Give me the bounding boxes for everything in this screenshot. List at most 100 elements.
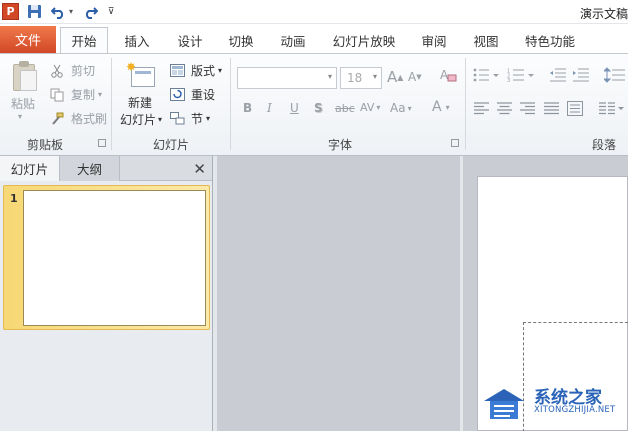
group-divider	[230, 58, 231, 150]
tab-design[interactable]: 设计	[168, 28, 212, 53]
window-title: 演示文稿	[579, 7, 628, 21]
slide-thumbnail-selected[interactable]: 1	[3, 185, 210, 330]
underline-button[interactable]: U	[290, 101, 299, 115]
watermark-logo: 系统之家 XITONGZHIJIA.NET	[478, 381, 628, 427]
powerpoint-app-icon[interactable]: P	[2, 3, 19, 20]
justify-button[interactable]	[544, 102, 559, 115]
undo-dropdown-icon[interactable]: ▾	[67, 3, 75, 20]
copy-button[interactable]: 复制 ▾	[50, 86, 102, 103]
decrease-indent-icon	[550, 68, 566, 82]
paste-dropdown-icon[interactable]: ▾	[18, 112, 22, 121]
new-slide-label-1[interactable]: 新建	[128, 94, 152, 111]
align-center-button[interactable]	[497, 102, 512, 115]
format-painter-label: 格式刷	[71, 112, 108, 126]
font-group-label: 字体	[328, 138, 353, 152]
new-slide-icon[interactable]: ✸	[126, 60, 156, 92]
tab-slideshow[interactable]: 幻灯片放映	[326, 28, 402, 53]
clipboard-launcher-icon[interactable]	[98, 139, 106, 147]
numbering-icon: 123	[507, 69, 534, 82]
tab-home[interactable]: 开始	[60, 27, 108, 53]
font-color-button[interactable]: A ▾	[432, 99, 450, 115]
close-icon[interactable]: ✕	[193, 160, 206, 178]
svg-text:3: 3	[507, 78, 510, 82]
clipboard-icon[interactable]	[11, 60, 39, 92]
scrollbar-track[interactable]	[460, 156, 463, 431]
text-shadow-button[interactable]: S	[314, 101, 323, 115]
distributed-icon	[567, 101, 583, 116]
font-size-combobox[interactable]: 18 ▾	[340, 67, 382, 89]
new-slide-label-2: 幻灯片	[120, 113, 157, 127]
redo-icon[interactable]	[82, 3, 98, 20]
character-spacing-button[interactable]: AV ▾	[360, 101, 380, 114]
align-right-button[interactable]	[520, 102, 535, 115]
justify-icon	[544, 102, 559, 115]
house-logo-icon	[484, 389, 524, 419]
ribbon-home: 粘贴 ▾ 剪切 复制 ▾ 格式刷 剪贴板 ✸ 新建 幻灯片 ▾ 版式 ▾ 重设 …	[0, 53, 628, 156]
align-left-button[interactable]	[474, 102, 489, 115]
align-center-icon	[497, 102, 512, 115]
slide-thumbnail[interactable]	[23, 190, 206, 326]
align-left-icon	[474, 102, 489, 115]
font-name-dropdown-icon[interactable]: ▾	[328, 72, 332, 81]
character-spacing-icon: AV	[360, 101, 375, 114]
new-slide-button[interactable]: 幻灯片 ▾	[120, 111, 162, 128]
group-divider	[111, 58, 112, 150]
pane-tabs: 幻灯片 大纲 ✕	[0, 156, 212, 181]
format-painter-button[interactable]: 格式刷	[50, 110, 107, 127]
slides-pane: 幻灯片 大纲 ✕ 1	[0, 156, 213, 431]
paste-button[interactable]: 粘贴	[11, 95, 35, 112]
brush-icon	[50, 112, 66, 126]
tab-view[interactable]: 视图	[464, 28, 508, 53]
grow-font-button[interactable]: A ▲	[387, 68, 403, 86]
shrink-font-button[interactable]: A ▼	[408, 70, 422, 84]
layout-dropdown-icon: ▾	[218, 66, 223, 75]
reset-icon	[170, 87, 186, 102]
font-color-icon: A	[432, 99, 442, 115]
strikethrough-button[interactable]: abc	[335, 102, 355, 115]
italic-button[interactable]: I	[267, 101, 272, 115]
tab-insert[interactable]: 插入	[115, 28, 159, 53]
tab-review[interactable]: 审阅	[412, 28, 456, 53]
slide-number: 1	[10, 192, 18, 205]
columns-button[interactable]	[599, 102, 625, 115]
layout-button[interactable]: 版式 ▾	[170, 62, 222, 79]
increase-indent-icon	[573, 68, 589, 82]
cut-button[interactable]: 剪切	[50, 62, 95, 79]
reset-button[interactable]: 重设	[170, 86, 215, 103]
tab-transitions[interactable]: 切换	[220, 28, 262, 53]
copy-label: 复制	[71, 88, 96, 102]
shrink-font-icon: A	[408, 70, 417, 84]
increase-indent-button[interactable]	[572, 68, 590, 82]
bullets-button[interactable]	[473, 68, 499, 82]
save-icon[interactable]	[26, 3, 42, 20]
line-spacing-button[interactable]	[604, 67, 626, 83]
clear-formatting-button[interactable]: A	[439, 66, 457, 84]
distributed-button[interactable]	[567, 101, 583, 116]
change-case-icon: Aa	[390, 101, 406, 115]
slides-group-label: 幻灯片	[153, 138, 190, 152]
watermark-url: XITONGZHIJIA.NET	[534, 405, 616, 415]
tab-special-features[interactable]: 特色功能	[518, 28, 582, 53]
section-label: 节	[191, 112, 204, 126]
undo-icon[interactable]	[50, 3, 66, 20]
section-button[interactable]: 节 ▾	[170, 110, 210, 127]
font-size-value: 18	[347, 71, 363, 85]
font-size-dropdown-icon[interactable]: ▾	[373, 72, 377, 81]
section-dropdown-icon: ▾	[206, 114, 211, 123]
decrease-indent-button[interactable]	[549, 68, 567, 82]
font-launcher-icon[interactable]	[451, 139, 459, 147]
customize-qat-icon[interactable]: ⊽	[106, 3, 116, 20]
grow-font-icon: A	[387, 68, 398, 86]
tab-animations[interactable]: 动画	[272, 28, 314, 53]
tab-slides[interactable]: 幻灯片	[0, 156, 60, 181]
bold-button[interactable]: B	[243, 101, 252, 115]
numbering-button[interactable]: 123	[507, 68, 537, 82]
tab-outline[interactable]: 大纲	[60, 156, 120, 181]
tab-file[interactable]: 文件	[0, 26, 56, 53]
align-right-icon	[520, 102, 535, 115]
ribbon-tabs: 文件 开始 插入 设计 切换 动画 幻灯片放映 审阅 视图 特色功能	[0, 24, 628, 53]
copy-icon	[50, 88, 66, 102]
copy-dropdown-icon: ▾	[98, 90, 103, 99]
change-case-button[interactable]: Aa ▾	[390, 101, 412, 115]
font-name-combobox[interactable]: ▾	[237, 67, 337, 89]
